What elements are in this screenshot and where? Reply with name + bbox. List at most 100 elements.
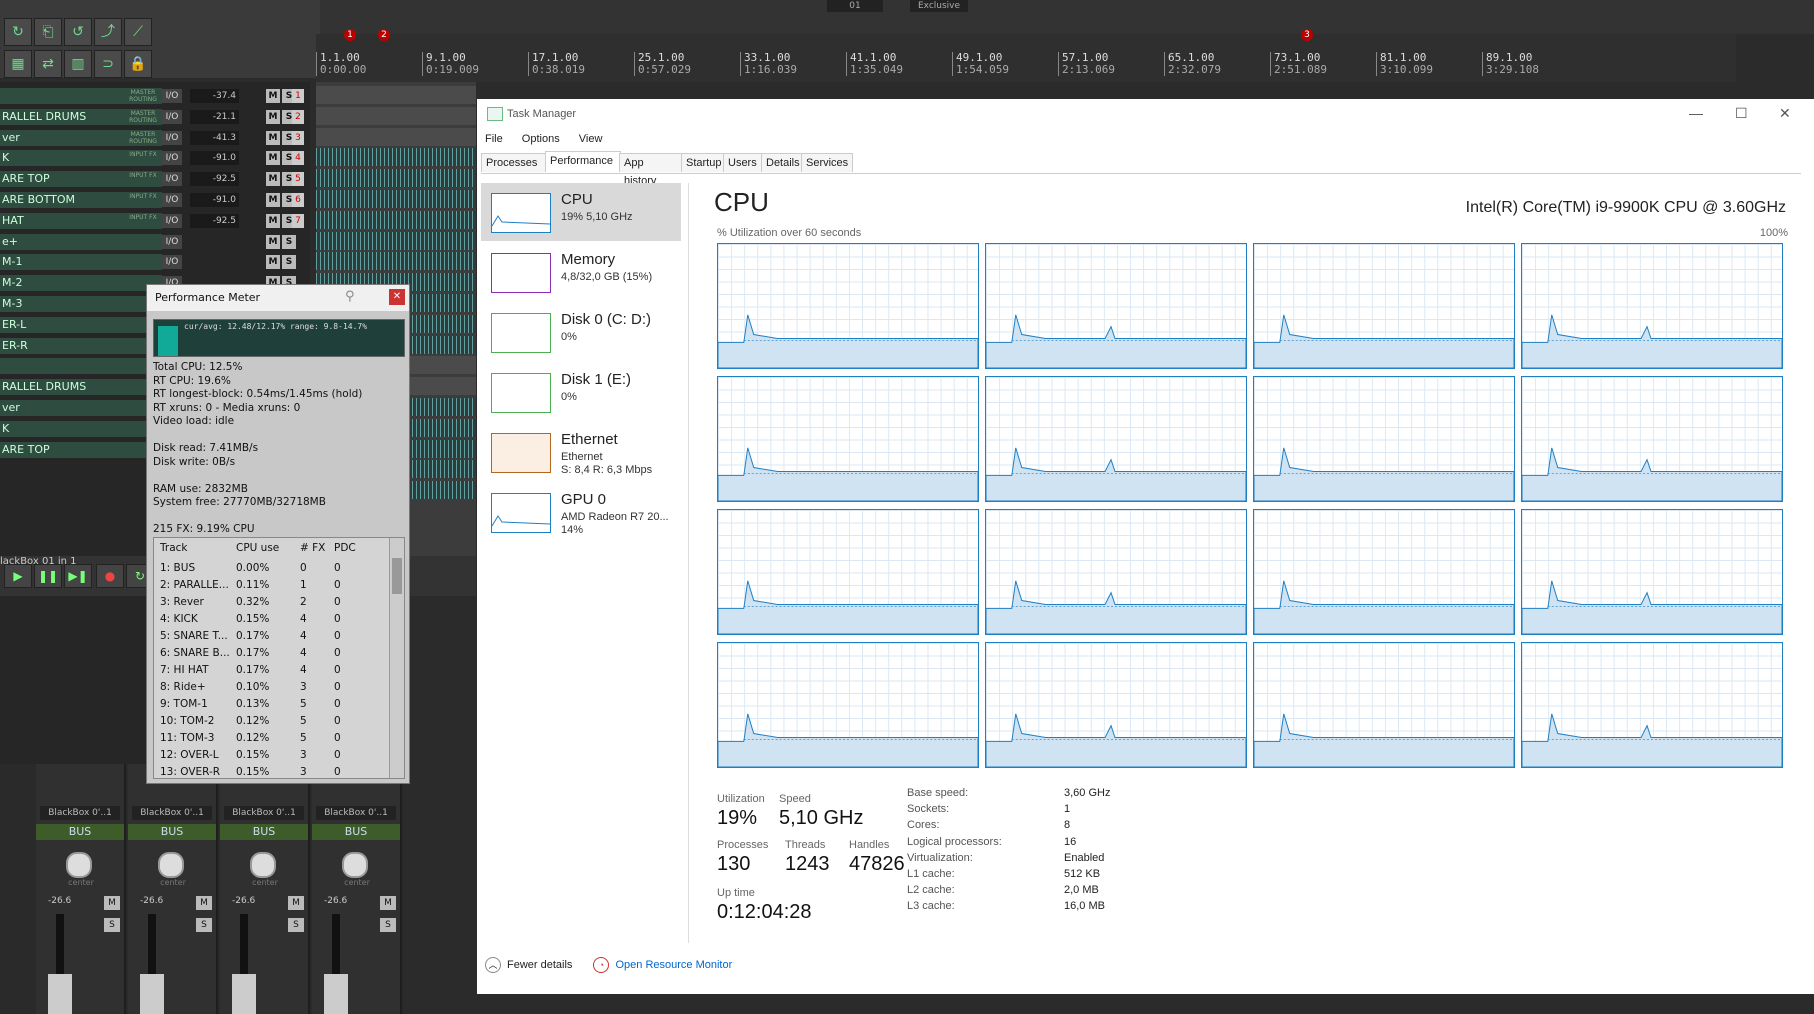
io-button[interactable]: I/O <box>162 234 182 249</box>
table-row[interactable]: 11: TOM-3 0.12% 5 0 <box>154 730 390 747</box>
solo-button[interactable]: S <box>282 255 296 270</box>
mute-button[interactable]: M <box>266 172 280 187</box>
core-graph[interactable] <box>717 243 979 369</box>
tab-performance[interactable]: Performance <box>545 151 621 172</box>
table-row[interactable]: 4: KICK 0.15% 4 0 <box>154 611 390 628</box>
io-button[interactable]: I/O <box>162 151 182 166</box>
close-icon[interactable]: ✕ <box>389 289 405 305</box>
pan-knob[interactable] <box>158 852 184 878</box>
fewer-details-button[interactable]: ︿ Fewer details <box>485 957 572 973</box>
maximize-icon[interactable]: ☐ <box>1735 105 1748 122</box>
loop-icon[interactable]: ↺ <box>64 18 92 46</box>
volume-readout[interactable]: -41.3 <box>190 130 239 145</box>
plugin-slot[interactable]: BlackBox 0'..1 <box>316 806 396 820</box>
core-graph[interactable] <box>985 243 1247 369</box>
solo-button[interactable]: S <box>282 234 296 249</box>
pin-icon[interactable]: ⚲ <box>345 289 355 304</box>
core-graph[interactable] <box>717 642 979 768</box>
core-graph[interactable] <box>985 509 1247 635</box>
track-name[interactable]: e+ <box>0 233 162 250</box>
volume-readout[interactable]: -91.0 <box>190 151 239 166</box>
plugin-slot[interactable]: BlackBox 0'..1 <box>132 806 212 820</box>
tab-app-history[interactable]: App history <box>619 153 683 187</box>
io-button[interactable]: I/O <box>162 193 182 207</box>
track-row[interactable]: ARE TOP INPUT FX I/O -92.5 M S 5 <box>0 169 304 189</box>
ripple-icon[interactable]: ⊃ <box>94 50 122 78</box>
open-resource-monitor-link[interactable]: ◔ Open Resource Monitor <box>593 957 732 973</box>
core-graph[interactable] <box>1521 642 1783 768</box>
track-lane[interactable] <box>316 127 476 146</box>
menu-view[interactable]: View <box>579 133 603 145</box>
io-button[interactable]: I/O <box>162 130 182 145</box>
top-segment[interactable]: 01 <box>827 0 883 12</box>
track-name[interactable]: ver <box>0 400 162 416</box>
table-row[interactable]: 3: Rever 0.32% 2 0 <box>154 594 390 611</box>
marker-3[interactable]: 3 <box>1301 29 1313 41</box>
pan-knob[interactable] <box>250 852 276 878</box>
solo-button[interactable]: S <box>288 918 304 932</box>
fx-cpu-table[interactable]: Track CPU use # FX PDC 1: BUS 0.00% 0 0 2: P… <box>153 537 405 779</box>
sidebar-item-memory[interactable]: Memory 4,8/32,0 GB (15%) <box>481 243 681 301</box>
io-button[interactable]: I/O <box>162 172 182 187</box>
tool-icon[interactable]: ⟋ <box>124 18 152 46</box>
record-icon[interactable]: ● <box>96 564 124 588</box>
table-row[interactable]: 2: PARALLE... 0.11% 1 0 <box>154 577 390 594</box>
tab-users[interactable]: Users <box>723 153 763 172</box>
track-lane[interactable] <box>316 252 476 271</box>
pan-knob[interactable] <box>66 852 92 878</box>
track-lane[interactable] <box>316 190 476 208</box>
track-row[interactable]: e+ I/O M S <box>0 232 300 252</box>
track-name[interactable]: ER-R <box>0 337 162 354</box>
mute-button[interactable]: M <box>266 255 280 270</box>
column-header-cpu[interactable]: CPU use <box>236 542 279 554</box>
table-row[interactable]: 10: TOM-2 0.12% 5 0 <box>154 713 390 730</box>
timeline-ruler[interactable]: 1 2 3 1.1.00 0:00.00 9.1.00 0:19.009 17.1.00… <box>316 29 1736 82</box>
pan-knob[interactable] <box>342 852 368 878</box>
solo-button[interactable]: S <box>380 918 396 932</box>
mute-button[interactable]: M <box>196 896 212 910</box>
track-name[interactable]: M-1 <box>0 254 162 271</box>
sidebar-item-disk[interactable]: Disk 0 (C: D:) 0% <box>481 303 681 361</box>
core-graph[interactable] <box>1253 509 1515 635</box>
core-graph[interactable] <box>1521 376 1783 502</box>
track-row[interactable]: ver MASTER ROUTING I/O -41.3 M S 3 <box>0 128 304 148</box>
track-name[interactable] <box>0 358 162 375</box>
table-row[interactable]: 9: TOM-1 0.13% 5 0 <box>154 696 390 713</box>
mute-button[interactable]: M <box>104 896 120 910</box>
table-row[interactable]: 1: BUS 0.00% 0 0 <box>154 560 390 577</box>
sidebar-item-disk[interactable]: Disk 1 (E:) 0% <box>481 363 681 421</box>
skip-end-icon[interactable]: ▶❚ <box>64 564 92 588</box>
mute-button[interactable]: M <box>266 213 280 228</box>
plugin-slot[interactable]: BlackBox 0'..1 <box>40 806 120 820</box>
track-name[interactable]: M-3 <box>0 296 162 312</box>
track-name[interactable]: ER-L <box>0 316 162 333</box>
mute-button[interactable]: M <box>288 896 304 910</box>
tab-services[interactable]: Services <box>801 153 853 172</box>
core-graph[interactable] <box>1521 243 1783 369</box>
table-row[interactable]: 5: SNARE T... 0.17% 4 0 <box>154 628 390 645</box>
fader-cap[interactable] <box>140 974 164 1014</box>
menu-file[interactable]: File <box>485 133 503 145</box>
track-row[interactable]: K INPUT FX I/O -91.0 M S 4 <box>0 148 304 168</box>
io-button[interactable]: I/O <box>162 213 182 228</box>
core-graph[interactable] <box>1521 509 1783 635</box>
mute-button[interactable]: M <box>266 109 280 124</box>
track-name[interactable]: K <box>0 420 162 437</box>
grid-icon[interactable]: ▦ <box>4 50 32 78</box>
sidebar-item-ethernet[interactable]: Ethernet Ethernet S: 8,4 R: 6,3 Mbps <box>481 423 681 481</box>
column-header-fx[interactable]: # FX <box>300 542 325 554</box>
toolbar-icon[interactable]: ⎗ <box>34 18 62 46</box>
snap-icon[interactable]: ▥ <box>64 50 92 78</box>
track-lane[interactable] <box>316 106 476 125</box>
volume-readout[interactable]: -37.4 <box>190 89 239 103</box>
mute-button[interactable]: M <box>266 193 280 207</box>
sidebar-item-gpu[interactable]: GPU 0 AMD Radeon R7 20... 14% <box>481 483 681 541</box>
core-graph[interactable] <box>1253 243 1515 369</box>
mute-button[interactable]: M <box>266 151 280 166</box>
track-row[interactable]: RALLEL DRUMS MASTER ROUTING I/O -21.1 M S 2 <box>0 107 304 127</box>
tab-details[interactable]: Details <box>761 153 803 172</box>
routing-icon[interactable]: ⇄ <box>34 50 62 78</box>
envelope-icon[interactable]: ⤴ <box>94 18 122 46</box>
scroll-thumb[interactable] <box>392 558 402 594</box>
pause-icon[interactable]: ❚❚ <box>34 564 62 588</box>
